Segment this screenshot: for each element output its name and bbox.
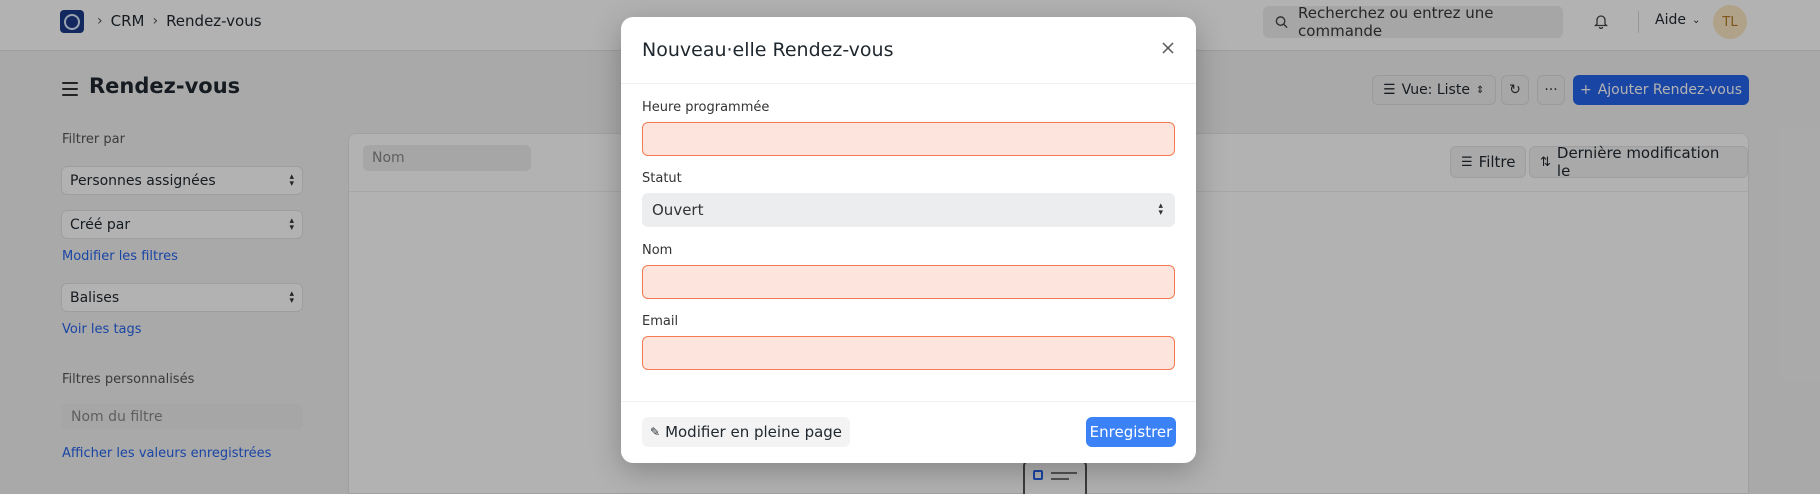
status-label: Statut (642, 171, 682, 186)
save-button[interactable]: Enregistrer (1086, 417, 1176, 447)
dialog-header-divider (621, 83, 1196, 84)
status-select[interactable]: Ouvert ▴ ▾ (642, 193, 1175, 227)
dialog-title: Nouveau·elle Rendez-vous (642, 39, 894, 61)
dialog-footer-divider (621, 401, 1196, 402)
name-label: Nom (642, 243, 673, 258)
pencil-icon: ✎ (650, 425, 661, 439)
status-value: Ouvert (652, 201, 704, 219)
scheduled-time-label: Heure programmée (642, 100, 770, 115)
select-arrows-icon: ▴ ▾ (1158, 201, 1163, 218)
edit-full-page-button[interactable]: ✎ Modifier en pleine page (642, 417, 851, 447)
scheduled-time-input[interactable] (642, 122, 1175, 156)
new-appointment-dialog: Nouveau·elle Rendez-vous Heure programmé… (621, 17, 1196, 463)
email-label: Email (642, 314, 679, 329)
close-icon[interactable] (1157, 37, 1179, 59)
edit-full-page-label: Modifier en pleine page (665, 423, 843, 441)
name-input[interactable] (642, 265, 1175, 299)
email-input[interactable] (642, 336, 1175, 370)
page: › CRM › Rendez-vous Recherchez ou entrez… (0, 0, 1820, 494)
